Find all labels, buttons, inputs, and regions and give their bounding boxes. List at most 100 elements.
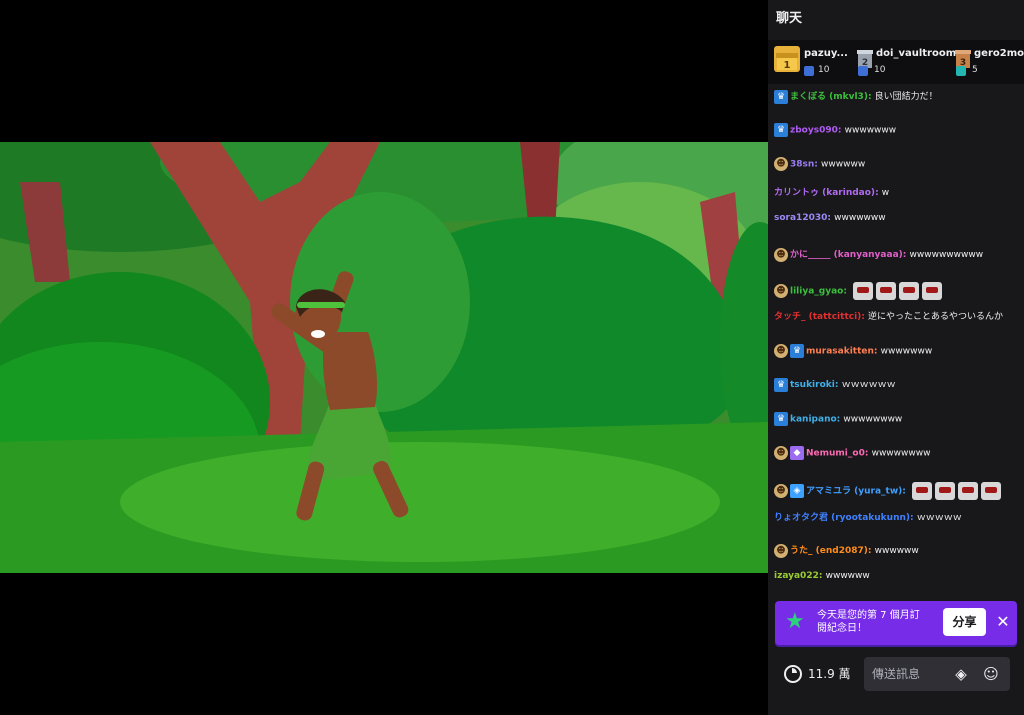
emote-icon[interactable] [922,282,943,300]
chat-message: ☻ うた_ (end2087): wwwwww [774,543,919,558]
chat-author[interactable]: murasakitten [806,347,874,357]
chat-message: りょオタク君 (ryootakukunn): ｗｗｗｗｗ [774,510,962,523]
chat-author[interactable]: Nemumi_o0 [806,449,865,459]
emote-icon[interactable] [876,282,897,300]
author-separator: : [834,380,842,390]
chat-message-text: ｗｗｗｗｗ [916,513,962,523]
diamond-badge-icon[interactable]: ◈ [790,484,804,498]
author-separator: : [875,188,882,198]
chat-panel: 聊天 1 pazuy... 10 2 doi_vaultroom 10 3 ge… [768,0,1024,715]
sub-badge-icon[interactable]: ☻ [774,484,788,498]
banner-message: 今天是您的第 7 個月訂閱紀念日！ [817,610,920,634]
chat-author[interactable]: zboys090 [790,126,838,136]
chat-author[interactable]: りょオタク君 (ryootakukunn) [774,513,910,523]
chat-message-text: wwwwww [874,546,919,556]
author-separator: : [902,250,910,260]
chat-author[interactable]: アマミユラ (yura_tw) [806,487,902,497]
author-separator: : [818,571,826,581]
emote-icon[interactable] [958,482,978,500]
video-frame[interactable] [0,142,768,573]
chat-author[interactable]: うた_ (end2087) [790,546,868,556]
chat-message: ♛ zboys090: wwwwwww [774,123,896,137]
leaderboard-username: pazuy... [804,48,848,59]
bits-icon[interactable]: ◈ [952,665,970,683]
emote-icon[interactable] [935,482,955,500]
channel-points-icon[interactable] [784,665,802,683]
chat-message-text: wwwwwwwwww [909,250,984,260]
chat-message: sora12030: wwwwwww [774,213,886,223]
game-scene-image [0,142,768,573]
sub-badge-icon[interactable]: ☻ [774,284,788,298]
chat-message: ♛ まくぼる (mkvl3): 良い団結力だ！ [774,89,938,104]
chat-message: izaya022: wwwwww [774,571,870,581]
gift-count: 10 [818,65,830,75]
chat-message: タッチ_ (tattcittci): 逆にやったことあるやついるんか [774,309,1003,322]
chat-message-text: wwwwww [821,159,866,170]
chat-author[interactable]: liliya_gyao [790,287,843,297]
chat-message: ☻ かに_____ (kanyanyaaa): wwwwwwwwww [774,247,983,262]
emote-icon[interactable] [912,482,932,500]
leaderboard-username: gero2mo [974,48,1024,59]
sub-badge-icon[interactable]: ☻ [774,344,788,358]
author-separator: : [843,286,851,297]
chat-message-text: wwwwwww [880,346,933,357]
emote-icon[interactable] [853,282,874,300]
crown-badge-icon[interactable]: ♛ [774,89,788,104]
sub-badge-icon[interactable]: ☻ [774,446,788,460]
emote-icon[interactable] [899,282,920,300]
chat-message-text: wwwwww [825,571,870,581]
crown-badge-icon[interactable]: ♛ [790,344,804,358]
rank-number: 1 [784,60,791,71]
chat-message-text: 良い団結力だ！ [874,92,938,102]
share-button[interactable]: 分享 [943,608,986,636]
gift-leaderboard: 1 pazuy... 10 2 doi_vaultroom 10 3 gero2… [768,40,1024,84]
chat-author[interactable]: tsukiroki [790,380,835,390]
chat-author[interactable]: 38sn [790,160,814,170]
chat-author[interactable]: izaya022 [774,571,819,581]
chat-input[interactable] [872,664,947,684]
emote-icon[interactable] [981,482,1001,500]
emote-picker-icon[interactable]: ☺ [982,665,1000,683]
author-separator: : [837,125,845,136]
channel-points-count[interactable]: 11.9 萬 [808,665,851,682]
chat-message: ☻ ◆ Nemumi_o0: wwwwwwww [774,446,930,460]
gift-count: 5 [972,65,978,75]
chat-input-box[interactable]: ◈ ☺ [864,657,1010,691]
sub-badge-icon[interactable]: ☻ [774,157,788,171]
chat-message-text: w [881,188,890,198]
chat-author[interactable]: カリントゥ (karindao) [774,188,875,198]
leaderboard-username: doi_vaultroom [876,48,957,59]
chat-message: ☻ liliya_gyao: [774,282,943,300]
chat-author[interactable]: タッチ_ (tattcittci) [774,312,861,322]
chat-message: ♛ tsukiroki: ｗｗｗｗｗｗ [774,377,896,392]
chat-title: 聊天 [776,11,803,26]
chat-author[interactable]: sora12030 [774,213,827,223]
chat-message: ♛ kanipano: wwwwwwww [774,412,902,426]
gift-count: 10 [874,65,886,75]
chat-message-text: ｗｗｗｗｗｗ [841,380,896,390]
author-separator: : [867,92,875,102]
chat-author[interactable]: かに_____ (kanyanyaaa) [790,250,903,260]
sub-badge-icon[interactable]: ☻ [774,543,788,558]
crown-badge-icon[interactable]: ♛ [774,412,788,426]
author-separator: : [864,448,872,459]
chat-author[interactable]: まくぼる (mkvl3) [790,92,868,102]
gift-rank-1-icon: 1 [774,46,800,72]
author-separator: : [910,513,917,523]
crown-badge-icon[interactable]: ♛ [774,377,788,392]
chat-message: ☻ ♛ murasakitten: wwwwwww [774,344,932,358]
video-player[interactable] [0,0,768,715]
author-separator: : [902,486,909,497]
subscription-anniversary-banner: ★ 今天是您的第 7 個月訂閱紀念日！ 分享 ✕ [775,601,1017,645]
gift-icon [858,66,868,76]
chat-message-text: wwwwwww [834,213,886,223]
gem-badge-icon[interactable]: ◆ [790,446,804,460]
star-icon: ★ [785,609,805,634]
close-icon[interactable]: ✕ [994,611,1012,633]
chat-message: カリントゥ (karindao): w [774,185,889,198]
sub-badge-icon[interactable]: ☻ [774,247,788,262]
chat-author[interactable]: kanipano [790,415,837,425]
crown-badge-icon[interactable]: ♛ [774,123,788,137]
chat-message: ☻ 38sn: wwwwww [774,157,865,171]
chat-message: ☻ ◈ アマミユラ (yura_tw): [774,482,1001,500]
